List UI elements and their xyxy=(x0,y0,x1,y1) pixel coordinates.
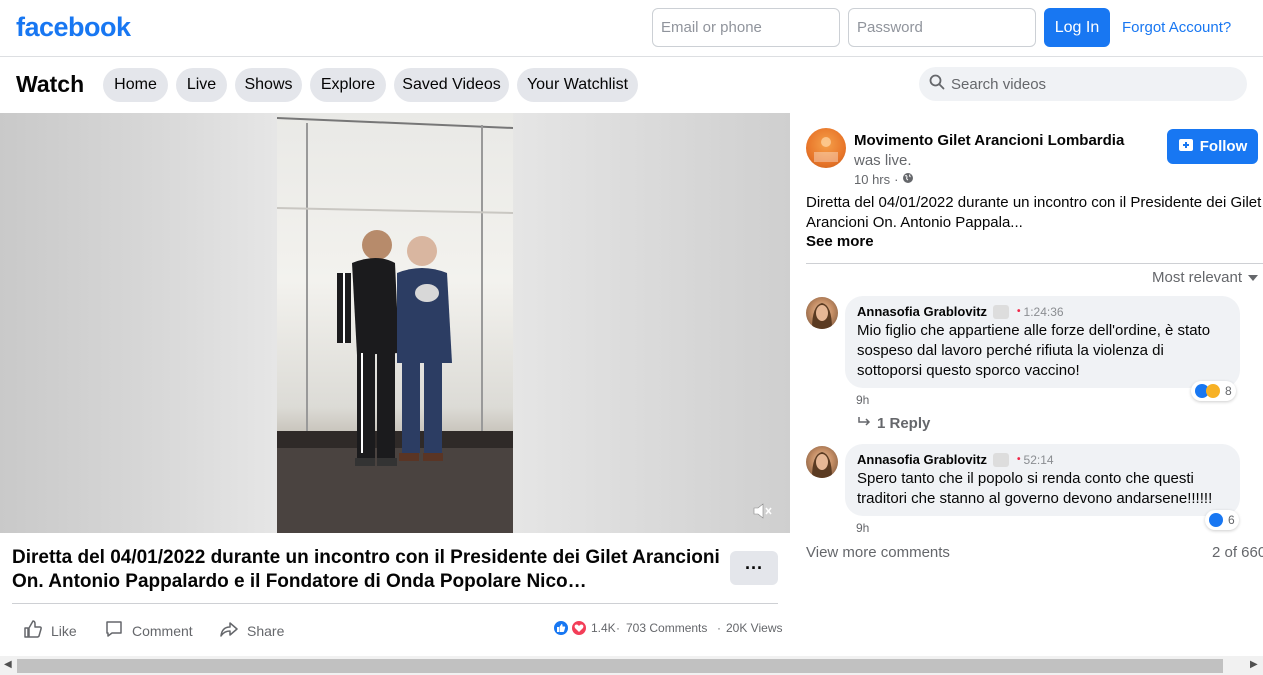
like-button[interactable]: Like xyxy=(23,619,77,642)
video-frame xyxy=(277,113,513,533)
page-avatar[interactable] xyxy=(806,128,846,168)
meta-separator: · xyxy=(894,172,899,187)
views-count: 20K Views xyxy=(726,621,783,635)
post-description: Diretta del 04/01/2022 durante un incont… xyxy=(806,193,1263,233)
forgot-account-link[interactable]: Forgot Account? xyxy=(1122,19,1231,36)
comment-reactions[interactable]: 8 xyxy=(1191,381,1236,401)
tab-shows[interactable]: Shows xyxy=(235,68,302,102)
comment-author-row: Annasofia Grablovitz • 52:14 xyxy=(857,452,1228,467)
reply-arrow-icon xyxy=(857,415,871,432)
scrollbar-thumb[interactable] xyxy=(17,659,1223,673)
description-line: Diretta del 04/01/2022 durante un incont… xyxy=(806,194,1262,211)
comment-button[interactable]: Comment xyxy=(104,619,193,642)
divider xyxy=(12,603,778,604)
tab-saved-videos[interactable]: Saved Videos xyxy=(394,68,509,102)
share-label: Share xyxy=(247,622,285,639)
comment-reaction-count: 6 xyxy=(1228,513,1235,527)
scroll-left-icon[interactable]: ◀ xyxy=(4,659,12,670)
stat-separator: · xyxy=(616,621,620,635)
see-more-link[interactable]: See more xyxy=(806,233,874,250)
more-options-button[interactable]: ··· xyxy=(730,551,778,585)
search-icon xyxy=(929,74,951,94)
stat-separator: · xyxy=(717,621,721,635)
post-header: Movimento Gilet Arancioni Lombardia was … xyxy=(854,131,1154,171)
sort-label: Most relevant xyxy=(1152,269,1243,286)
comment-avatar[interactable] xyxy=(806,446,838,478)
caret-down-icon xyxy=(1248,269,1259,286)
comment-text: Mio figlio che appartiene alle forze del… xyxy=(857,322,1211,379)
top-navigation-bar: facebook Email or phone Password Log In … xyxy=(0,0,1263,57)
comments-count[interactable]: 703 Comments xyxy=(626,621,707,635)
post-time[interactable]: 10 hrs xyxy=(854,172,890,187)
comment-age[interactable]: 9h xyxy=(856,393,869,407)
replies-label: 1 Reply xyxy=(877,415,931,432)
comment-author[interactable]: Annasofia Grablovitz xyxy=(857,452,987,467)
thumbs-up-icon xyxy=(23,619,51,642)
love-reaction-icon xyxy=(570,619,588,637)
email-field[interactable]: Email or phone xyxy=(652,8,840,47)
comment-author[interactable]: Annasofia Grablovitz xyxy=(857,304,987,319)
comment-bubble: Annasofia Grablovitz • 52:14 Spero tanto… xyxy=(845,444,1240,516)
comment-reaction-count: 8 xyxy=(1225,384,1232,398)
page-name-link[interactable]: Movimento Gilet Arancioni Lombardia xyxy=(854,132,1124,149)
live-dot-icon: • xyxy=(1017,306,1021,317)
mute-icon[interactable] xyxy=(752,502,774,525)
comment-reactions[interactable]: 6 xyxy=(1205,510,1239,530)
search-input[interactable]: Search videos xyxy=(919,67,1247,101)
tab-home[interactable]: Home xyxy=(103,68,168,102)
follow-button[interactable]: Follow xyxy=(1167,129,1258,164)
comment-avatar[interactable] xyxy=(806,297,838,329)
comment-age[interactable]: 9h xyxy=(856,521,869,535)
watch-navigation: Watch Home Live Shows Explore Saved Vide… xyxy=(0,57,1263,113)
page-title: Watch xyxy=(16,71,85,97)
care-reaction-icon xyxy=(1206,384,1220,398)
login-button[interactable]: Log In xyxy=(1044,8,1110,47)
view-more-comments-link[interactable]: View more comments xyxy=(806,544,950,561)
comment-timestamp[interactable]: 1:24:36 xyxy=(1024,305,1064,319)
comment-bubble: Annasofia Grablovitz • 1:24:36 Mio figli… xyxy=(845,296,1240,388)
top-fan-badge-icon xyxy=(993,304,1010,319)
horizontal-scrollbar[interactable]: ◀ ▶ xyxy=(0,656,1263,675)
tab-live[interactable]: Live xyxy=(176,68,227,102)
view-replies-link[interactable]: 1 Reply xyxy=(857,415,930,432)
like-reaction-icon xyxy=(552,619,570,637)
comment-author-row: Annasofia Grablovitz • 1:24:36 xyxy=(857,304,1228,319)
like-reaction-icon xyxy=(1209,513,1223,527)
top-fan-badge-icon xyxy=(993,452,1010,467)
post-meta: 10 hrs · xyxy=(854,172,914,187)
share-icon xyxy=(219,619,247,642)
tab-your-watchlist[interactable]: Your Watchlist xyxy=(517,68,638,102)
reactions-count[interactable]: 1.4K xyxy=(591,621,616,635)
scroll-right-icon[interactable]: ▶ xyxy=(1250,659,1258,670)
divider xyxy=(806,263,1263,264)
tab-explore[interactable]: Explore xyxy=(310,68,386,102)
follow-plus-icon xyxy=(1178,137,1194,157)
comment-text: Spero tanto che il popolo si renda conto… xyxy=(857,470,1213,507)
facebook-logo[interactable]: facebook xyxy=(16,12,131,43)
video-player[interactable] xyxy=(0,113,790,533)
description-line: Arancioni On. Antonio Pappala... xyxy=(806,214,1023,231)
comments-pagination-count: 2 of 660 xyxy=(1212,544,1263,561)
comment-label: Comment xyxy=(132,622,193,639)
globe-icon xyxy=(902,172,914,187)
search-placeholder: Search videos xyxy=(951,75,1047,93)
video-title: Diretta del 04/01/2022 durante un incont… xyxy=(12,547,720,592)
share-button[interactable]: Share xyxy=(219,619,284,642)
comment-timestamp[interactable]: 52:14 xyxy=(1024,453,1054,467)
password-field[interactable]: Password xyxy=(848,8,1036,47)
follow-label: Follow xyxy=(1199,138,1248,155)
sort-comments-dropdown[interactable]: Most relevant xyxy=(1152,269,1259,286)
comment-icon xyxy=(104,619,132,642)
live-dot-icon: • xyxy=(1017,454,1021,465)
like-label: Like xyxy=(51,622,77,639)
was-live-label: was live. xyxy=(854,152,912,169)
